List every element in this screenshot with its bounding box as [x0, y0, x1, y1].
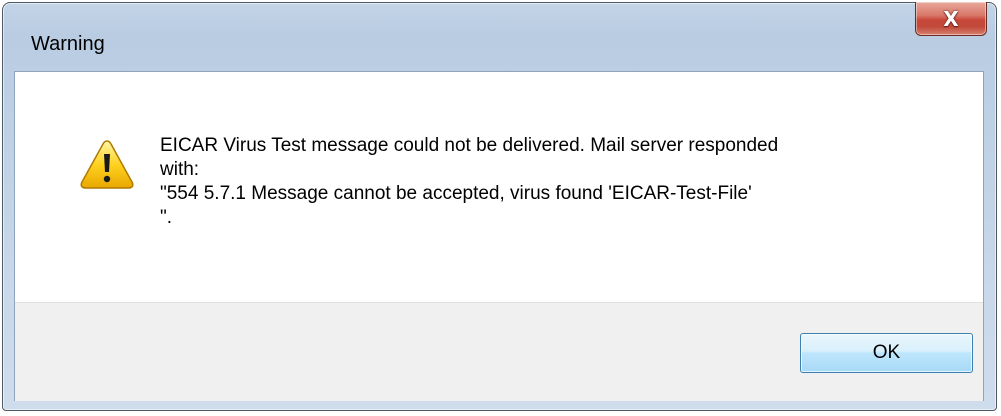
window-title: Warning — [31, 33, 105, 55]
message-line: "554 5.7.1 Message cannot be accepted, v… — [160, 183, 752, 204]
message-area: EICAR Virus Test message could not be de… — [15, 72, 983, 302]
close-button[interactable]: X — [915, 2, 987, 36]
message-line: with: — [160, 159, 200, 180]
message-line: EICAR Virus Test message could not be de… — [160, 135, 779, 156]
warning-icon — [80, 140, 134, 189]
message-text: EICAR Virus Test message could not be de… — [160, 134, 960, 230]
button-bar: OK — [15, 302, 983, 401]
dialog-client-area: EICAR Virus Test message could not be de… — [14, 71, 984, 401]
message-line: ". — [160, 207, 173, 228]
close-icon: X — [943, 6, 959, 31]
warning-dialog: Warning X EICAR Virus Test message could… — [2, 2, 997, 411]
ok-button[interactable]: OK — [800, 333, 973, 373]
